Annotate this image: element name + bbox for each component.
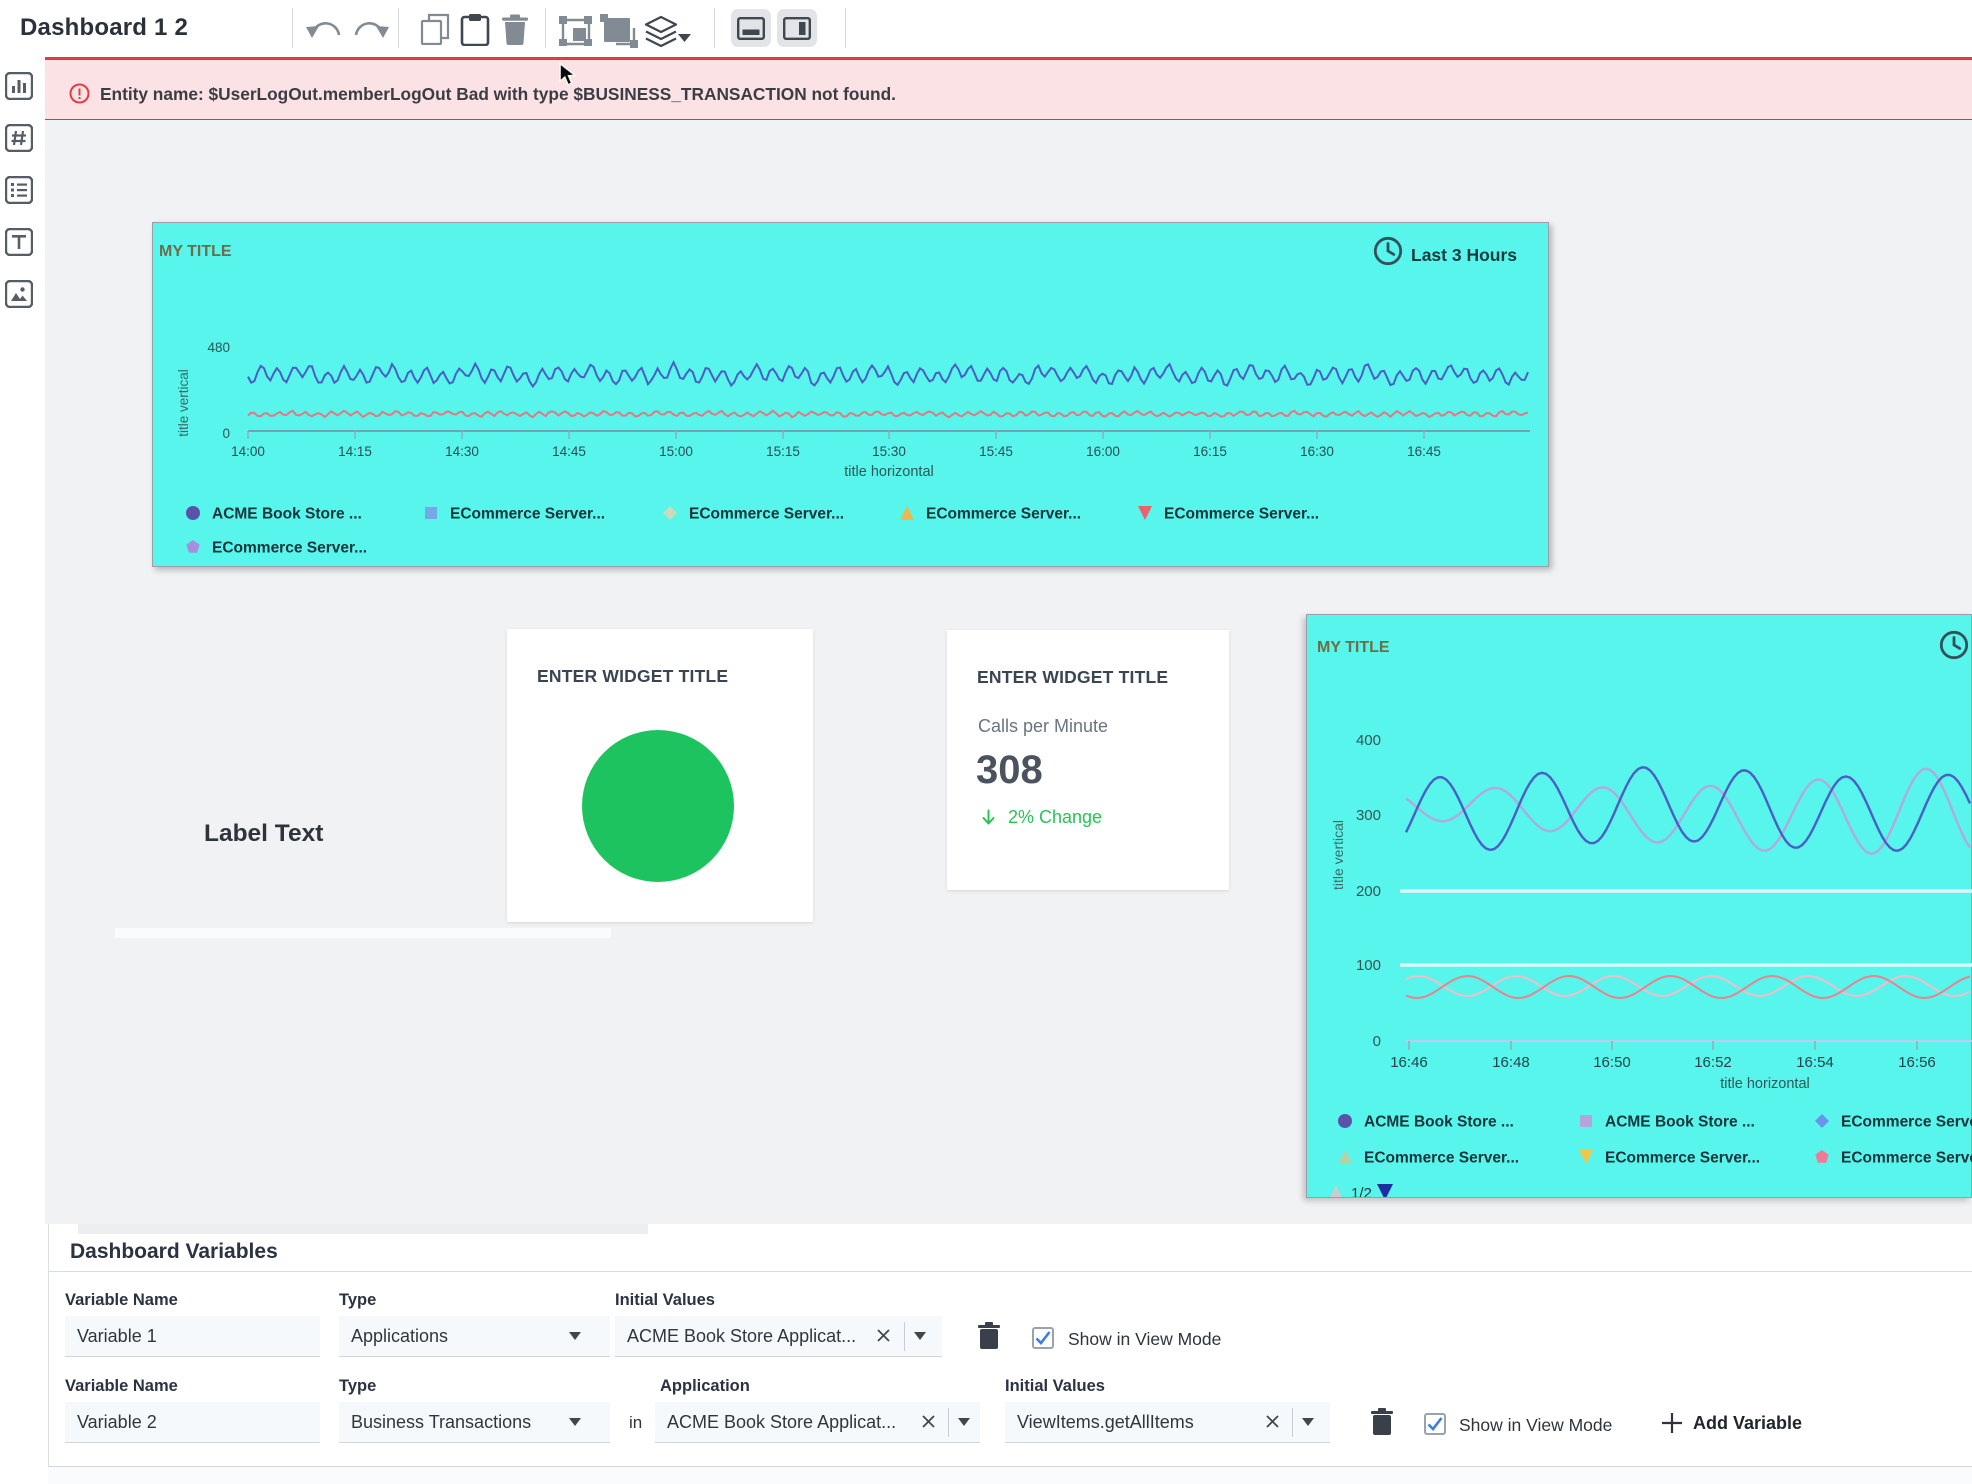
svg-text:16:50: 16:50	[1593, 1054, 1631, 1071]
svg-text:15:45: 15:45	[979, 444, 1013, 459]
svg-text:ACME Book Store ...: ACME Book Store ...	[1364, 1114, 1514, 1131]
svg-text:ECommerce Serve: ECommerce Serve	[1841, 1114, 1972, 1131]
svg-text:14:00: 14:00	[231, 444, 265, 459]
svg-text:ACME Book Store ...: ACME Book Store ...	[1605, 1114, 1755, 1131]
svg-text:16:54: 16:54	[1796, 1054, 1834, 1071]
svg-text:title horizontal: title horizontal	[1720, 1076, 1809, 1092]
svg-text:ECommerce Server...: ECommerce Server...	[689, 506, 844, 523]
svg-text:400: 400	[1356, 732, 1381, 749]
svg-text:14:45: 14:45	[552, 444, 586, 459]
svg-text:16:56: 16:56	[1898, 1054, 1936, 1071]
svg-text:16:48: 16:48	[1492, 1054, 1530, 1071]
svg-text:14:15: 14:15	[338, 444, 372, 459]
svg-text:title vertical: title vertical	[176, 369, 191, 437]
svg-text:ECommerce Server...: ECommerce Server...	[1364, 1150, 1519, 1167]
svg-text:200: 200	[1356, 883, 1381, 900]
svg-text:16:30: 16:30	[1300, 444, 1334, 459]
svg-text:15:00: 15:00	[659, 444, 693, 459]
svg-text:16:15: 16:15	[1193, 444, 1227, 459]
svg-text:ECommerce Server...: ECommerce Server...	[450, 506, 605, 523]
svg-text:15:15: 15:15	[766, 444, 800, 459]
svg-text:1/2: 1/2	[1351, 1185, 1372, 1197]
svg-text:16:52: 16:52	[1694, 1054, 1732, 1071]
svg-text:16:46: 16:46	[1390, 1054, 1428, 1071]
svg-text:480: 480	[207, 340, 230, 355]
svg-text:0: 0	[222, 426, 230, 441]
svg-text:ACME Book Store ...: ACME Book Store ...	[212, 506, 362, 523]
svg-text:ECommerce Server...: ECommerce Server...	[1605, 1150, 1760, 1167]
svg-text:title horizontal: title horizontal	[844, 464, 933, 480]
svg-text:300: 300	[1356, 807, 1381, 824]
svg-text:ECommerce Serve: ECommerce Serve	[1841, 1150, 1972, 1167]
svg-text:ECommerce Server...: ECommerce Server...	[212, 540, 367, 557]
svg-text:15:30: 15:30	[872, 444, 906, 459]
svg-text:16:00: 16:00	[1086, 444, 1120, 459]
svg-text:16:45: 16:45	[1407, 444, 1441, 459]
svg-text:ECommerce Server...: ECommerce Server...	[926, 506, 1081, 523]
svg-text:ECommerce Server...: ECommerce Server...	[1164, 506, 1319, 523]
svg-text:0: 0	[1373, 1033, 1381, 1050]
svg-text:title vertical: title vertical	[1330, 820, 1346, 890]
svg-text:14:30: 14:30	[445, 444, 479, 459]
svg-text:100: 100	[1356, 957, 1381, 974]
